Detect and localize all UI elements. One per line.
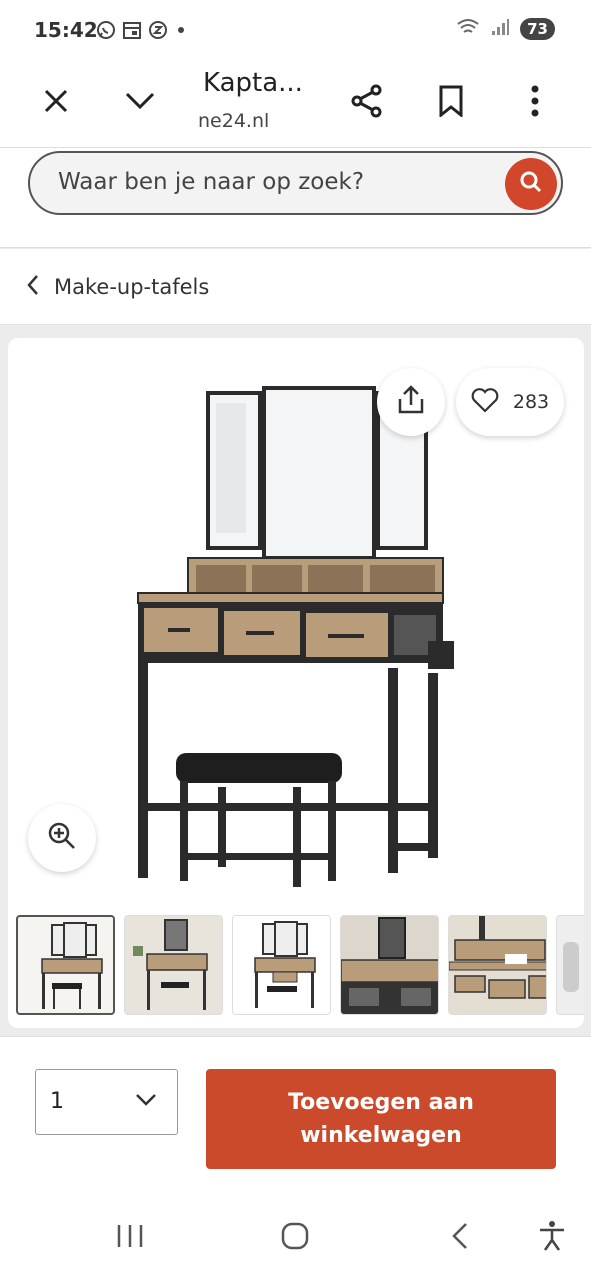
chevron-left-icon (26, 274, 40, 300)
status-time: 15:42 (34, 18, 98, 42)
chevron-down-icon (124, 91, 156, 115)
back-button[interactable] (440, 1218, 480, 1258)
close-icon (42, 87, 70, 119)
zoom-in-icon (47, 821, 77, 855)
tab-title[interactable]: Kapta... (203, 68, 303, 98)
like-count: 283 (512, 391, 550, 413)
thumbnail-3[interactable] (232, 915, 331, 1015)
system-navigation-bar (0, 1196, 591, 1280)
add-to-cart-bar: 1 Toevoegen aan winkelwagen (0, 1036, 591, 1196)
tab-url[interactable]: ne24.nl (198, 110, 269, 132)
recents-icon (115, 1223, 145, 1253)
bookmark-button[interactable] (428, 80, 474, 126)
share-icon (397, 385, 425, 419)
share-product-button[interactable] (377, 368, 445, 436)
add-to-cart-label: Toevoegen aan winkelwagen (288, 1090, 474, 1148)
accessibility-button[interactable] (532, 1218, 572, 1258)
status-notification-icons (96, 20, 188, 44)
dot-icon (174, 20, 188, 44)
wishlist-button[interactable]: 283 (456, 368, 564, 436)
signal-icon (490, 17, 510, 41)
add-to-cart-button[interactable]: Toevoegen aan winkelwagen (206, 1069, 556, 1169)
whatsapp-icon (96, 20, 116, 44)
wifi-icon (456, 17, 480, 41)
quantity-value: 1 (50, 1089, 64, 1114)
home-icon (280, 1221, 310, 1255)
search-button[interactable] (505, 158, 557, 210)
bookmark-icon (438, 85, 464, 121)
close-tab-button[interactable] (33, 80, 79, 126)
product-gallery-card: 283 (8, 338, 584, 1028)
browser-toolbar: Kapta... ne24.nl (0, 60, 591, 148)
home-button[interactable] (275, 1218, 315, 1258)
more-options-button[interactable] (512, 80, 558, 126)
accessibility-icon (537, 1220, 567, 1256)
thumbnail-4[interactable] (340, 915, 439, 1015)
quantity-select[interactable]: 1 (35, 1069, 178, 1135)
search-input[interactable]: Waar ben je naar op zoek? (28, 151, 563, 215)
product-image[interactable] (128, 383, 468, 888)
status-system-icons: 73 (456, 17, 555, 41)
search-icon (519, 170, 543, 198)
share-page-button[interactable] (344, 80, 390, 126)
thumbnail-6[interactable] (556, 915, 584, 1015)
battery-badge: 73 (520, 18, 555, 40)
calendar-icon (122, 20, 142, 44)
more-vert-icon (530, 85, 540, 121)
status-bar: 15:42 73 (0, 0, 591, 60)
zoom-button[interactable] (28, 804, 96, 872)
z-app-icon (148, 20, 168, 44)
recents-button[interactable] (110, 1218, 150, 1258)
search-section: Waar ben je naar op zoek? (0, 148, 591, 248)
breadcrumb-label[interactable]: Make-up-tafels (54, 275, 209, 299)
back-icon (450, 1221, 470, 1255)
search-placeholder: Waar ben je naar op zoek? (58, 169, 365, 195)
heart-icon (471, 387, 499, 417)
chevron-down-icon (135, 1092, 157, 1111)
thumbnail-5[interactable] (448, 915, 547, 1015)
thumbnail-2[interactable] (124, 915, 223, 1015)
expand-tab-button[interactable] (117, 80, 163, 126)
breadcrumb[interactable]: Make-up-tafels (0, 249, 591, 325)
thumbnail-strip (16, 915, 584, 1015)
share-icon (350, 84, 384, 122)
thumbnail-1[interactable] (16, 915, 115, 1015)
